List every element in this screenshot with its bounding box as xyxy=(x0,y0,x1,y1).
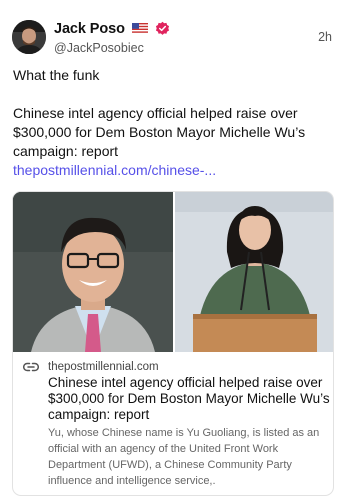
link-preview-card[interactable]: thepostmillennial.com Chinese intel agen… xyxy=(12,191,334,496)
us-flag-icon xyxy=(132,23,149,35)
post-timestamp[interactable]: 2h xyxy=(318,30,332,44)
author-handle[interactable]: @JackPosobiec xyxy=(54,41,170,55)
post-text-line2: Chinese intel agency official helped rai… xyxy=(13,105,306,159)
post: Jack Poso @JackPosobiec 2h What the funk xyxy=(0,0,346,500)
link-preview-images xyxy=(13,192,333,352)
post-link[interactable]: thepostmillennial.com/chinese-... xyxy=(13,162,216,178)
card-title[interactable]: Chinese intel agency official helped rai… xyxy=(48,375,330,423)
preview-image-left xyxy=(13,192,173,352)
post-header: Jack Poso @JackPosobiec 2h xyxy=(12,18,334,58)
author-block: Jack Poso @JackPosobiec xyxy=(54,20,170,55)
verified-badge-icon xyxy=(155,22,169,36)
avatar[interactable] xyxy=(12,20,46,54)
link-preview-meta: thepostmillennial.com Chinese intel agen… xyxy=(13,352,333,495)
post-body: What the funk Chinese intel agency offic… xyxy=(13,66,338,161)
card-domain: thepostmillennial.com xyxy=(48,361,159,373)
display-name[interactable]: Jack Poso xyxy=(54,21,125,37)
post-text-line1: What the funk xyxy=(13,67,100,83)
avatar-photo xyxy=(12,20,46,54)
card-description: Yu, whose Chinese name is Yu Guoliang, i… xyxy=(48,427,320,487)
preview-image-right xyxy=(175,192,333,352)
link-icon xyxy=(23,362,39,372)
